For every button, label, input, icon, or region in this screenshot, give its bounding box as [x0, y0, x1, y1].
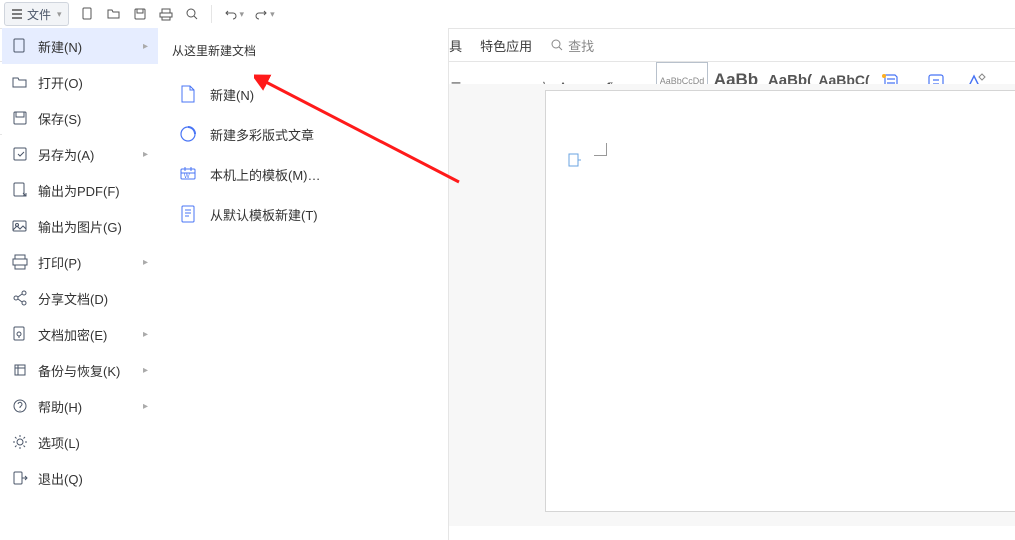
document-canvas[interactable]	[435, 84, 1015, 526]
search-button[interactable]: 查找	[550, 36, 594, 55]
file-menu-new[interactable]: 新建(N)▸	[2, 28, 158, 64]
svg-text:W: W	[184, 174, 190, 180]
file-menu-label: 文件	[27, 6, 51, 23]
search-label: 查找	[568, 36, 594, 55]
color-template-icon	[178, 124, 198, 144]
quick-access-toolbar: ▾ ▾	[75, 3, 279, 25]
file-menu-export-pdf[interactable]: 输出为PDF(F)	[2, 172, 158, 208]
file-menu-options[interactable]: 选项(L)	[2, 424, 158, 460]
new-doc-icon[interactable]	[75, 3, 101, 25]
file-menu-print[interactable]: 打印(P)▸	[2, 244, 158, 280]
new-document-panel: 从这里新建文档 新建(N) 新建多彩版式文章 W 本机上的模板(M)… 从默认模…	[158, 28, 449, 540]
file-menu-export-image[interactable]: 输出为图片(G)	[2, 208, 158, 244]
local-template-icon: W	[178, 164, 198, 184]
file-menu-encrypt[interactable]: 文档加密(E)▸	[2, 316, 158, 352]
open-icon[interactable]	[101, 3, 127, 25]
file-menu-open[interactable]: 打开(O)	[2, 64, 158, 100]
new-blank-doc[interactable]: 新建(N)	[172, 77, 448, 111]
default-template-icon	[178, 204, 198, 224]
blank-doc-icon	[178, 84, 198, 104]
new-from-default-template[interactable]: 从默认模板新建(T)	[172, 197, 448, 231]
print-icon[interactable]	[153, 3, 179, 25]
file-menu-button[interactable]: 文件 ▾	[4, 2, 69, 26]
file-menu-saveas[interactable]: 另存为(A)▸	[2, 136, 158, 172]
file-menu-share[interactable]: 分享文档(D)	[2, 280, 158, 316]
file-menu-save[interactable]: 保存(S)	[2, 100, 158, 136]
new-panel-title: 从这里新建文档	[172, 42, 448, 59]
file-menu-backup[interactable]: 备份与恢复(K)▸	[2, 352, 158, 388]
new-color-template[interactable]: 新建多彩版式文章	[172, 117, 448, 151]
title-bar: 文件 ▾ ▾ ▾	[0, 0, 1015, 29]
save-icon[interactable]	[127, 3, 153, 25]
print-preview-icon[interactable]	[179, 3, 205, 25]
new-from-local-template[interactable]: W 本机上的模板(M)…	[172, 157, 448, 191]
margin-corner-icon	[594, 143, 607, 156]
file-menu-exit[interactable]: 退出(Q)	[2, 460, 158, 496]
tab-special[interactable]: 特色应用	[480, 36, 532, 55]
page[interactable]	[545, 90, 1015, 512]
file-menu: 新建(N)▸ 打开(O) 保存(S) 另存为(A)▸ 输出为PDF(F) 输出为…	[2, 28, 158, 496]
page-setup-icon[interactable]	[568, 153, 582, 167]
file-menu-help[interactable]: 帮助(H)▸	[2, 388, 158, 424]
